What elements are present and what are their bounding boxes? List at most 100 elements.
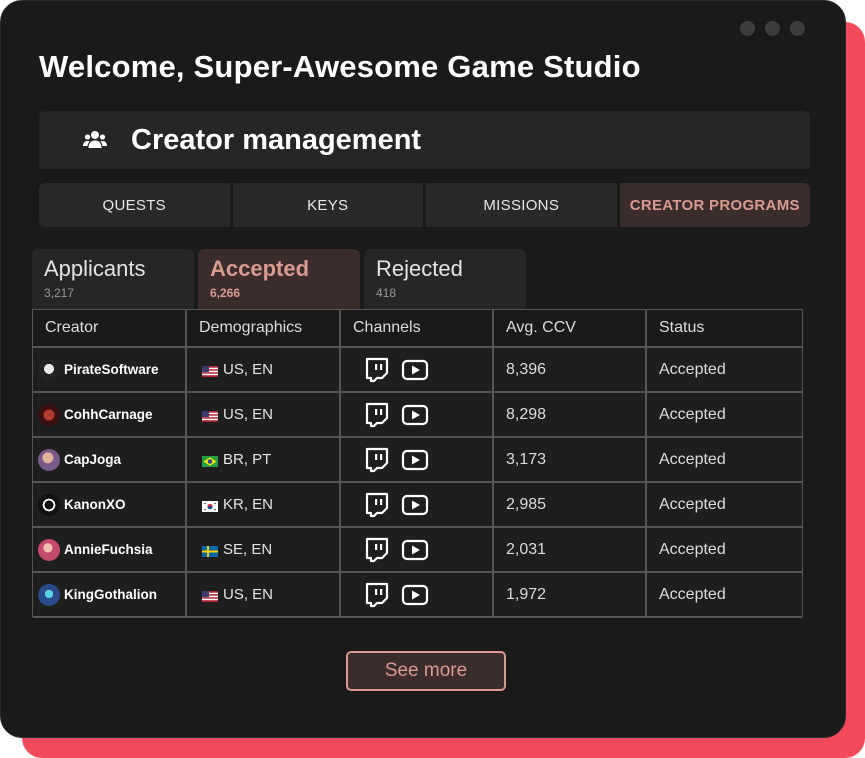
status-cell: Accepted	[647, 348, 802, 393]
twitch-icon[interactable]	[363, 446, 391, 474]
creator-name[interactable]: CohhCarnage	[64, 407, 153, 422]
section-title: Creator management	[131, 123, 422, 156]
creator-cell[interactable]: KingGothalion	[33, 573, 187, 618]
tab-creator-programs[interactable]: CREATOR PROGRAMS	[619, 183, 810, 227]
flag-icon	[202, 589, 218, 602]
channels-cell	[341, 348, 494, 393]
tab-missions[interactable]: MISSIONS	[426, 183, 617, 227]
page-title: Welcome, Super-Awesome Game Studio	[39, 49, 641, 84]
demographics-text: US, EN	[223, 406, 274, 423]
status-cell: Accepted	[647, 573, 802, 618]
table-body: PirateSoftware US, EN 8,396 Accepted Coh…	[33, 348, 802, 618]
tab-accepted[interactable]: Accepted 6,266	[198, 249, 360, 309]
creator-cell[interactable]: CohhCarnage	[33, 393, 187, 438]
table-header-row: Creator Demographics Channels Avg. CCV S…	[33, 310, 802, 348]
avatar	[38, 448, 60, 471]
youtube-icon[interactable]	[401, 491, 429, 519]
flag-icon	[202, 409, 218, 422]
avatar	[38, 358, 60, 381]
creator-cell[interactable]: AnnieFuchsia	[33, 528, 187, 573]
tab-quests[interactable]: QUESTS	[39, 183, 230, 227]
youtube-icon[interactable]	[401, 581, 429, 609]
status-cell: Accepted	[647, 528, 802, 573]
demographics-cell: SE, EN	[187, 528, 341, 573]
avg-ccv-cell: 1,972	[494, 573, 647, 618]
demographics-text: SE, EN	[223, 541, 273, 558]
channels-cell	[341, 483, 494, 528]
creator-name[interactable]: KingGothalion	[64, 587, 157, 602]
tab-rejected[interactable]: Rejected 418	[364, 249, 526, 309]
tab-label: Applicants	[44, 256, 146, 281]
demographics-cell: US, EN	[187, 348, 341, 393]
status-cell: Accepted	[647, 483, 802, 528]
twitch-icon[interactable]	[363, 356, 391, 384]
table-row[interactable]: AnnieFuchsia SE, EN 2,031 Accepted	[33, 528, 802, 573]
youtube-icon[interactable]	[401, 356, 429, 384]
twitch-icon[interactable]	[363, 401, 391, 429]
demographics-text: BR, PT	[223, 451, 272, 468]
youtube-icon[interactable]	[401, 401, 429, 429]
users-icon	[82, 127, 108, 153]
youtube-icon[interactable]	[401, 536, 429, 564]
channels-cell	[341, 438, 494, 483]
table-row[interactable]: CohhCarnage US, EN 8,298 Accepted	[33, 393, 802, 438]
creator-name[interactable]: CapJoga	[64, 452, 121, 467]
twitch-icon[interactable]	[363, 581, 391, 609]
table-row[interactable]: KanonXO KR, EN 2,985 Accepted	[33, 483, 802, 528]
see-more-button[interactable]: See more	[346, 651, 506, 691]
creator-name[interactable]: AnnieFuchsia	[64, 542, 153, 557]
tab-label: Accepted	[210, 256, 310, 281]
youtube-icon[interactable]	[401, 446, 429, 474]
demographics-cell: US, EN	[187, 393, 341, 438]
column-header-avg-ccv[interactable]: Avg. CCV	[494, 310, 647, 348]
avatar	[38, 403, 60, 426]
twitch-icon[interactable]	[363, 491, 391, 519]
table-row[interactable]: PirateSoftware US, EN 8,396 Accepted	[33, 348, 802, 393]
status-cell: Accepted	[647, 438, 802, 483]
flag-icon	[202, 499, 218, 512]
creator-name[interactable]: KanonXO	[64, 497, 126, 512]
channels-cell	[341, 393, 494, 438]
flag-icon	[202, 544, 218, 557]
section-header: Creator management	[39, 111, 810, 169]
demographics-text: US, EN	[223, 586, 274, 603]
twitch-icon[interactable]	[363, 536, 391, 564]
tab-count: 3,217	[44, 286, 75, 300]
creator-cell[interactable]: CapJoga	[33, 438, 187, 483]
tab-label: Rejected	[376, 256, 463, 281]
dot-icon	[790, 21, 805, 36]
avg-ccv-cell: 3,173	[494, 438, 647, 483]
status-tabs: Applicants 3,217 Accepted 6,266 Rejected…	[32, 249, 526, 309]
avg-ccv-cell: 8,298	[494, 393, 647, 438]
flag-icon	[202, 364, 218, 377]
creators-table: Creator Demographics Channels Avg. CCV S…	[32, 309, 803, 618]
flag-icon	[202, 454, 218, 467]
tab-applicants[interactable]: Applicants 3,217	[32, 249, 194, 309]
column-header-status[interactable]: Status	[647, 310, 802, 348]
table-row[interactable]: CapJoga BR, PT 3,173 Accepted	[33, 438, 802, 483]
avg-ccv-cell: 2,985	[494, 483, 647, 528]
app-window: Welcome, Super-Awesome Game Studio Creat…	[0, 0, 846, 738]
dot-icon	[765, 21, 780, 36]
nav-tabs: QUESTS KEYS MISSIONS CREATOR PROGRAMS	[39, 183, 810, 227]
column-header-channels[interactable]: Channels	[341, 310, 494, 348]
table-row[interactable]: KingGothalion US, EN 1,972 Accepted	[33, 573, 802, 618]
avg-ccv-cell: 8,396	[494, 348, 647, 393]
window-menu-dots[interactable]	[740, 21, 805, 36]
column-header-creator[interactable]: Creator	[33, 310, 187, 348]
column-header-demographics[interactable]: Demographics	[187, 310, 341, 348]
demographics-text: KR, EN	[223, 496, 274, 513]
creator-name[interactable]: PirateSoftware	[64, 362, 159, 377]
dot-icon	[740, 21, 755, 36]
tab-count: 418	[376, 286, 397, 300]
status-cell: Accepted	[647, 393, 802, 438]
demographics-cell: US, EN	[187, 573, 341, 618]
avg-ccv-cell: 2,031	[494, 528, 647, 573]
creator-cell[interactable]: KanonXO	[33, 483, 187, 528]
demographics-cell: BR, PT	[187, 438, 341, 483]
channels-cell	[341, 573, 494, 618]
tab-count: 6,266	[210, 286, 241, 300]
tab-keys[interactable]: KEYS	[232, 183, 423, 227]
creator-cell[interactable]: PirateSoftware	[33, 348, 187, 393]
channels-cell	[341, 528, 494, 573]
